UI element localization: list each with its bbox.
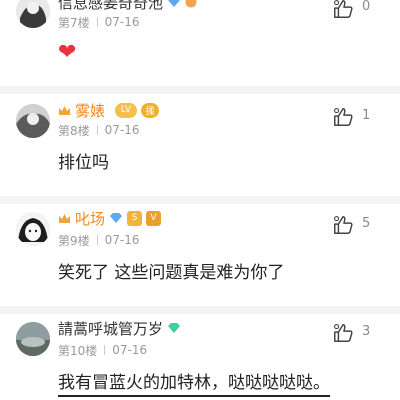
comment-floor-9: 叱场 S V 第9楼 07-16 5 笑死了 这些问题真是难为你了 xyxy=(0,204,400,306)
user-row: 雾婊 LV 揉 xyxy=(58,100,160,121)
floor-number: 第10楼 xyxy=(58,343,98,358)
post-date: 07-16 xyxy=(112,343,148,357)
like-count: 0 xyxy=(362,0,371,14)
like-count: 3 xyxy=(362,324,371,339)
section-separator xyxy=(0,306,400,314)
meta-row: 第8楼 07-16 xyxy=(58,122,140,138)
meta-row: 第9楼 07-16 xyxy=(58,232,140,248)
username[interactable]: 叱场 xyxy=(75,208,105,229)
comment-floor-7: 信息感姜奇奇池 第7楼 07-16 0 ❤ xyxy=(0,0,400,86)
comment-floor-10: 請蒿呼城管万岁 第10楼 07-16 3 我有冒蓝火的加特林，哒哒哒哒哒。 xyxy=(0,314,400,400)
crown-icon xyxy=(59,213,70,223)
avatar[interactable] xyxy=(16,322,50,356)
like-icon[interactable] xyxy=(332,106,354,128)
diamond-icon xyxy=(110,213,123,223)
like-count: 1 xyxy=(362,108,371,123)
floor-number: 第7楼 xyxy=(58,15,90,30)
floor-number: 第9楼 xyxy=(58,233,90,248)
post-date: 07-16 xyxy=(104,15,140,29)
diamond-icon xyxy=(168,323,181,333)
user-row: 請蒿呼城管万岁 xyxy=(58,318,181,338)
post-date: 07-16 xyxy=(104,123,140,137)
post-date: 07-16 xyxy=(104,233,140,247)
like-count: 5 xyxy=(362,216,371,231)
heart-emoji: ❤ xyxy=(58,40,77,65)
like-icon[interactable] xyxy=(332,0,354,20)
username[interactable]: 信息感姜奇奇池 xyxy=(58,0,163,13)
section-separator xyxy=(0,86,400,94)
like-icon[interactable] xyxy=(332,322,354,344)
meta-divider xyxy=(96,17,98,27)
v-badge: V xyxy=(146,210,162,226)
meta-divider xyxy=(96,125,98,135)
avatar[interactable] xyxy=(16,104,50,138)
comment-text: 我有冒蓝火的加特林，哒哒哒哒哒。 xyxy=(58,368,330,397)
meta-divider xyxy=(96,235,98,245)
like-icon[interactable] xyxy=(332,214,354,236)
username[interactable]: 雾婊 xyxy=(75,100,105,121)
comment-text: 笑死了 这些问题真是难为你了 xyxy=(58,263,285,283)
floor-number: 第8楼 xyxy=(58,123,90,138)
meta-row: 第7楼 07-16 xyxy=(58,14,140,30)
crown-icon xyxy=(59,105,70,115)
meta-row: 第10楼 07-16 xyxy=(58,342,147,358)
diamond-icon xyxy=(168,0,181,7)
s-badge: S xyxy=(127,210,143,226)
comment-floor-8: 雾婊 LV 揉 第8楼 07-16 1 排位吗 xyxy=(0,94,400,196)
avatar[interactable] xyxy=(16,212,50,246)
avatar[interactable] xyxy=(16,0,50,28)
comment-text: ❤ xyxy=(58,40,76,65)
username[interactable]: 請蒿呼城管万岁 xyxy=(58,318,163,339)
user-row: 信息感姜奇奇池 xyxy=(58,0,197,12)
section-separator xyxy=(0,196,400,204)
level-badge-icon xyxy=(185,0,197,8)
level-badge: LV xyxy=(115,102,138,118)
user-row: 叱场 S V xyxy=(58,208,162,229)
title-badge: 揉 xyxy=(141,102,160,118)
comment-text: 排位吗 xyxy=(58,153,109,173)
meta-divider xyxy=(104,345,106,355)
